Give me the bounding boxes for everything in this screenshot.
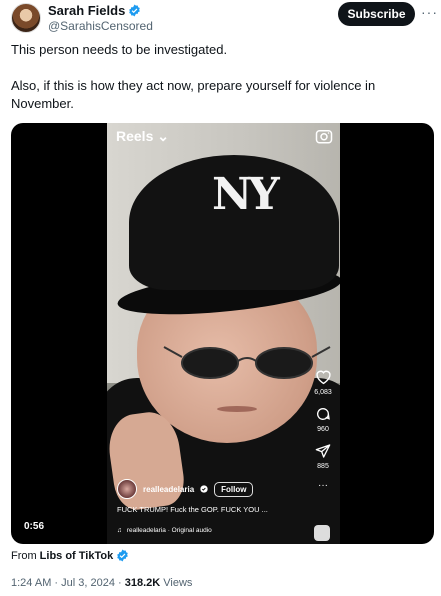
views-count: 318.2K xyxy=(124,577,161,589)
tweet-timestamp[interactable]: 1:24 AM · Jul 3, 2024 · xyxy=(11,577,125,589)
likes-count: 6,083 xyxy=(314,389,332,396)
follow-button[interactable]: Follow xyxy=(214,481,254,497)
source-verified-icon xyxy=(117,549,129,562)
sunglasses-icon xyxy=(163,346,331,379)
video-profile-row: realleadelaria Follow xyxy=(117,479,254,499)
video-duration: 0:56 xyxy=(24,521,45,532)
comments-count: 960 xyxy=(317,426,329,433)
subscribe-button[interactable]: Subscribe xyxy=(338,2,415,26)
more-options-icon[interactable]: ··· xyxy=(421,4,438,20)
mouth xyxy=(217,406,257,412)
author-handle[interactable]: @SarahisCensored xyxy=(48,19,153,33)
video-username[interactable]: realleadelaria xyxy=(143,485,194,494)
share-icon[interactable] xyxy=(315,443,331,459)
camera-icon[interactable] xyxy=(315,127,333,145)
source-attribution: From Libs of TikTok xyxy=(11,549,129,562)
audio-thumbnail[interactable] xyxy=(314,525,330,541)
verified-badge-icon xyxy=(129,4,141,17)
video-frame: NY Reels ⌄ 6,083 960 885 ··· realleadela… xyxy=(107,123,340,544)
more-options-video[interactable]: ··· xyxy=(309,480,337,491)
audio-row[interactable]: ♫ realleadelaria · Original audio xyxy=(117,527,212,534)
side-actions: 6,083 960 885 ··· xyxy=(309,369,337,501)
source-account-link[interactable]: Libs of TikTok xyxy=(40,550,114,562)
tweet-text-line-1: This person needs to be investigated. xyxy=(11,42,228,57)
shares-count: 885 xyxy=(317,463,329,470)
reels-title[interactable]: Reels ⌄ xyxy=(116,128,169,145)
music-note-icon: ♫ xyxy=(117,527,122,534)
heart-icon[interactable] xyxy=(315,369,332,385)
avatar[interactable] xyxy=(11,3,41,33)
source-prefix: From xyxy=(11,549,37,562)
video-player[interactable]: NY Reels ⌄ 6,083 960 885 ··· realleadela… xyxy=(11,123,434,544)
comment-icon[interactable] xyxy=(315,406,331,422)
tweet-metadata: 1:24 AM · Jul 3, 2024 · 318.2K Views xyxy=(11,577,192,589)
views-label: Views xyxy=(160,577,193,589)
author-name-row[interactable]: Sarah Fields xyxy=(48,3,141,18)
author-name[interactable]: Sarah Fields xyxy=(48,3,125,18)
cap-logo: NY xyxy=(212,169,280,220)
video-verified-icon xyxy=(200,485,208,493)
audio-label: realleadelaria · Original audio xyxy=(126,527,212,534)
video-avatar[interactable] xyxy=(117,479,137,499)
tweet-text-line-2: Also, if this is how they act now, prepa… xyxy=(11,78,376,111)
video-caption: FUCK TRUMP! Fuck the GOP. FUCK YOU ... xyxy=(117,505,268,514)
